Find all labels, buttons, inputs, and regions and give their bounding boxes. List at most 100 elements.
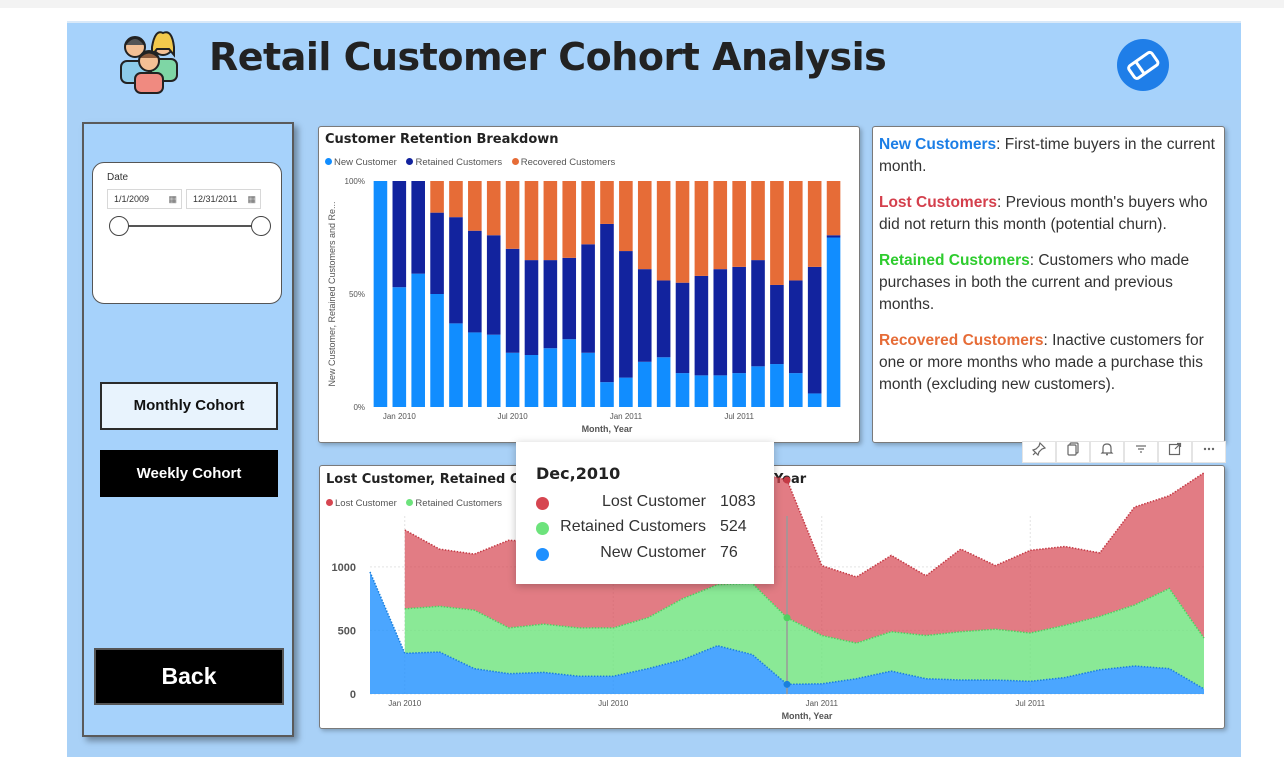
header-banner: Retail Customer Cohort Analysis [67, 21, 1241, 100]
bar-retained-customers [430, 212, 444, 294]
slicer-title: Date [107, 172, 129, 183]
bar-recovered-customers [524, 181, 539, 261]
stacked-bar-chart[interactable]: New Customer, Retained Customers and Re.… [319, 127, 861, 444]
bar-retained-customers [713, 269, 728, 376]
tooltip-dot-icon [536, 548, 549, 561]
start-date-input[interactable]: 1/1/2009 ▦ [107, 189, 182, 209]
definition-recovered: Recovered Customers: Inactive customers … [879, 330, 1218, 396]
pin-icon[interactable] [1022, 441, 1056, 463]
monthly-cohort-button[interactable]: Monthly Cohort [100, 382, 278, 430]
calendar-icon[interactable]: ▦ [168, 194, 177, 205]
bar-new-customer [562, 339, 577, 407]
bar-new-customer [373, 181, 388, 407]
tooltip-row: Lost Customer 1083 [536, 493, 756, 513]
bar-new-customer [468, 332, 482, 407]
y-tick-label: 50% [349, 290, 365, 299]
bar-new-customer [732, 373, 746, 407]
bar-recovered-customers [581, 181, 595, 245]
bar-new-customer [486, 334, 501, 407]
back-button[interactable]: Back [94, 648, 284, 705]
more-options-icon[interactable] [1192, 441, 1226, 463]
term-retained: Retained Customers [879, 252, 1030, 269]
bar-retained-customers [468, 230, 482, 333]
focus-mode-icon[interactable] [1158, 441, 1192, 463]
bar-retained-customers [656, 280, 671, 358]
chart-tooltip: Dec,2010 Lost Customer 1083 Retained Cus… [516, 442, 774, 584]
bar-recovered-customers [619, 181, 633, 252]
bar-new-customer [524, 355, 539, 407]
bar-new-customer [826, 237, 841, 407]
bar-new-customer [637, 361, 652, 407]
bar-retained-customers [807, 266, 822, 394]
bar-new-customer [392, 287, 407, 407]
bell-icon[interactable] [1090, 441, 1124, 463]
bar-recovered-customers [600, 181, 614, 224]
bar-retained-customers [619, 251, 633, 378]
retention-breakdown-card[interactable]: Customer Retention Breakdown New Custome… [318, 126, 860, 443]
term-lost: Lost Customers [879, 194, 997, 211]
definitions-card: New Customers: First-time buyers in the … [872, 126, 1225, 443]
bar-recovered-customers [694, 181, 709, 276]
end-date-input[interactable]: 12/31/2011 ▦ [186, 189, 261, 209]
tooltip-label: New Customer [600, 544, 706, 561]
bar-recovered-customers [807, 181, 822, 267]
bar-recovered-customers [562, 181, 577, 258]
y-tick-label: 1000 [332, 562, 356, 574]
bar-recovered-customers [468, 181, 482, 231]
start-date-value: 1/1/2009 [114, 194, 150, 204]
visual-header-toolbar [1022, 441, 1226, 463]
bar-recovered-customers [486, 181, 501, 236]
definition-new: New Customers: First-time buyers in the … [879, 134, 1218, 178]
term-new: New Customers [879, 136, 997, 153]
bar-retained-customers [751, 260, 765, 367]
x-axis-label: Month, Year [582, 424, 633, 434]
bar-new-customer [713, 375, 728, 407]
bar-recovered-customers [713, 181, 728, 270]
point-retained-customers [783, 614, 791, 622]
bar-recovered-customers [751, 181, 765, 261]
bar-recovered-customers [770, 181, 784, 285]
bar-recovered-customers [543, 181, 558, 261]
top-strip [0, 0, 1284, 8]
date-slider-start-handle[interactable] [109, 216, 129, 236]
x-tick-label: Jan 2011 [806, 699, 839, 708]
end-date-value: 12/31/2011 [193, 194, 238, 204]
weekly-cohort-button[interactable]: Weekly Cohort [100, 450, 278, 497]
term-recovered: Recovered Customers [879, 332, 1044, 349]
bar-retained-customers [694, 275, 709, 376]
bar-new-customer [656, 357, 671, 407]
y-tick-label: 500 [338, 625, 356, 637]
bar-retained-customers [486, 235, 501, 335]
tooltip-title: Dec,2010 [536, 464, 621, 483]
y-tick-label: 100% [345, 177, 365, 186]
bar-recovered-customers [826, 181, 841, 236]
bar-recovered-customers [637, 181, 652, 270]
bar-retained-customers [581, 244, 595, 353]
x-tick-label: Jul 2010 [497, 412, 528, 421]
bar-recovered-customers [505, 181, 520, 249]
bar-retained-customers [392, 181, 407, 288]
sidebar-panel: Date 1/1/2009 ▦ 12/31/2011 ▦ Monthly Coh… [82, 122, 294, 737]
calendar-icon[interactable]: ▦ [247, 194, 256, 205]
copy-icon[interactable] [1056, 441, 1090, 463]
date-slicer[interactable]: Date 1/1/2009 ▦ 12/31/2011 ▦ [92, 162, 282, 304]
x-tick-label: Jul 2011 [724, 412, 754, 421]
bar-retained-customers [505, 248, 520, 353]
tooltip-value: 1083 [720, 493, 756, 510]
bar-new-customer [807, 393, 822, 407]
bar-retained-customers [789, 280, 803, 374]
x-tick-label: Jul 2010 [598, 699, 629, 708]
bar-retained-customers [600, 223, 614, 383]
x-tick-label: Jul 2011 [1015, 699, 1045, 708]
date-slider-track[interactable] [119, 225, 262, 227]
bar-recovered-customers [789, 181, 803, 281]
tooltip-label: Lost Customer [601, 493, 706, 510]
tooltip-value: 524 [720, 518, 747, 535]
filter-icon[interactable] [1124, 441, 1158, 463]
bar-new-customer [675, 373, 690, 407]
definition-lost: Lost Customers: Previous month's buyers … [879, 192, 1218, 236]
eraser-icon[interactable] [1117, 39, 1169, 91]
date-slider-end-handle[interactable] [251, 216, 271, 236]
people-group-icon [111, 25, 183, 97]
bar-new-customer [430, 294, 444, 407]
